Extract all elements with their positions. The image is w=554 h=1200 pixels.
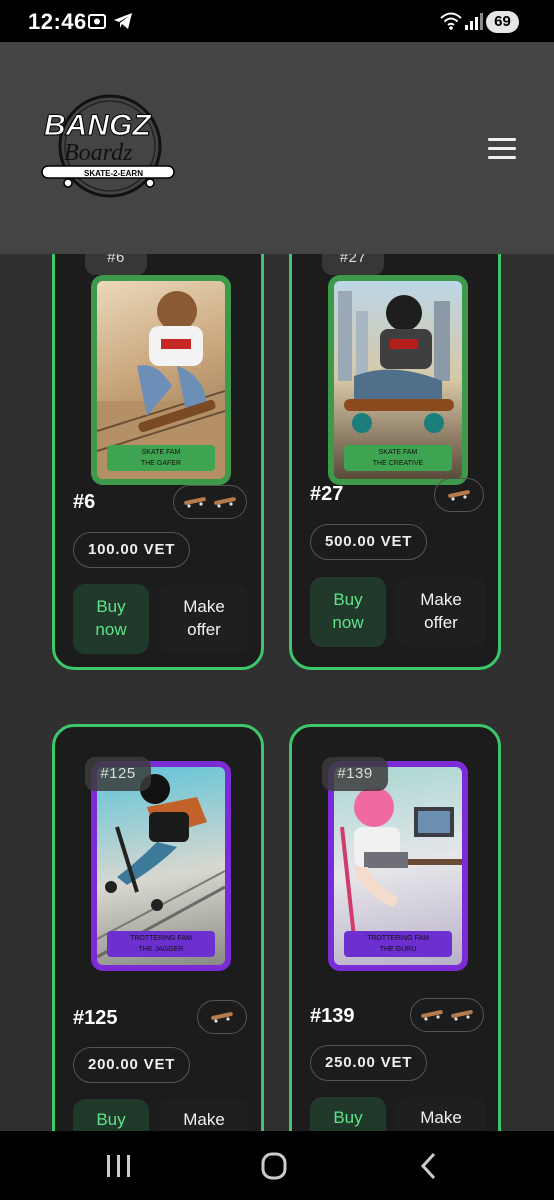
skateboard-icon [421,1010,443,1021]
wifi-icon [440,12,462,30]
nft-artwork[interactable]: SKATE FAM THE CREATIVE [328,275,468,485]
token-title: #6 [73,491,96,513]
skateboard-rating [173,485,247,519]
skateboard-icon [184,497,206,508]
nft-grid[interactable]: SKATE FAM THE GAFER #6 #6 100.00 VET Buy… [0,254,554,1131]
nft-card[interactable]: SKATE FAM THE CREATIVE #27 #27 500.00 VE… [289,254,501,670]
token-title: #139 [310,1005,355,1027]
buy-now-button[interactable]: Buy [310,1097,386,1131]
skateboard-icon [448,490,470,501]
site-header: BANGZ Boardz SKATE-2-EARN [0,42,554,254]
skateboard-rating [197,1000,247,1034]
skateboard-rating [434,478,484,512]
skateboard-icon [214,497,236,508]
price-tag: 200.00 VET [73,1047,191,1083]
telegram-icon [114,13,132,29]
home-icon[interactable] [254,1149,294,1183]
bangz-boardz-logo[interactable]: BANGZ Boardz SKATE-2-EARN [38,90,178,200]
skateboard-icon [211,1012,233,1023]
price-tag: 500.00 VET [310,524,428,560]
caption-line-1: TROTTERING FAM [130,935,192,942]
nft-card[interactable]: TROTTERING FAM THE JAGGER #125 #125 200.… [52,724,264,1131]
token-badge: #139 [322,757,388,791]
buy-now-button[interactable]: Buy now [73,584,149,654]
caption-line-2: THE JAGGER [138,946,184,953]
make-offer-button[interactable]: Make offer [396,577,486,647]
status-bar: 12:46 69 [0,0,554,42]
battery-icon: 69 [486,11,519,33]
back-icon[interactable] [410,1149,450,1183]
nft-card[interactable]: TROTTERING FAM THE GURU #139 #139 250.00… [289,724,501,1131]
logo-text-main: BANGZ [44,109,152,142]
logo-tagline: SKATE-2-EARN [84,169,143,178]
price-tag: 250.00 VET [310,1045,428,1081]
make-offer-button[interactable]: Make [396,1097,486,1131]
token-title: #125 [73,1007,118,1029]
card-caption: TROTTERING FAM THE GURU [344,931,452,957]
caption-line-1: TROTTERING FAM [367,935,429,942]
recent-apps-icon[interactable] [98,1149,138,1183]
hamburger-menu-icon[interactable] [482,132,522,168]
skateboard-icon [451,1010,473,1021]
nft-artwork[interactable]: TROTTERING FAM THE GURU [328,761,468,971]
buy-now-button[interactable]: Buy now [310,577,386,647]
nft-card[interactable]: SKATE FAM THE GAFER #6 #6 100.00 VET Buy… [52,254,264,670]
caption-line-2: THE GURU [379,946,417,953]
card-caption: SKATE FAM THE GAFER [107,445,215,471]
token-title: #27 [310,483,344,505]
price-tag: 100.00 VET [73,532,191,568]
token-badge: #27 [322,254,384,275]
caption-line-2: THE CREATIVE [372,460,424,467]
buy-now-button[interactable]: Buy [73,1099,149,1131]
make-offer-button[interactable]: Make offer [159,584,249,654]
nft-artwork[interactable]: TROTTERING FAM THE JAGGER [91,761,231,971]
token-badge: #125 [85,757,151,791]
card-caption: SKATE FAM THE CREATIVE [344,445,452,471]
token-badge: #6 [85,254,147,275]
caption-line-1: SKATE FAM [141,449,181,456]
caption-line-2: THE GAFER [140,460,182,467]
logo-text-sub: Boardz [64,140,133,166]
signal-icon [465,13,483,30]
screenshot-icon [88,14,106,29]
nft-artwork[interactable]: SKATE FAM THE GAFER [91,275,231,485]
clock: 12:46 [28,9,87,34]
make-offer-button[interactable]: Make [159,1099,249,1131]
caption-line-1: SKATE FAM [378,449,418,456]
system-nav-bar [0,1131,554,1200]
card-caption: TROTTERING FAM THE JAGGER [107,931,215,957]
skateboard-rating [410,998,484,1032]
screen: 12:46 69 BANGZ Boardz SKATE-2-EARN SKATE… [0,0,554,1200]
